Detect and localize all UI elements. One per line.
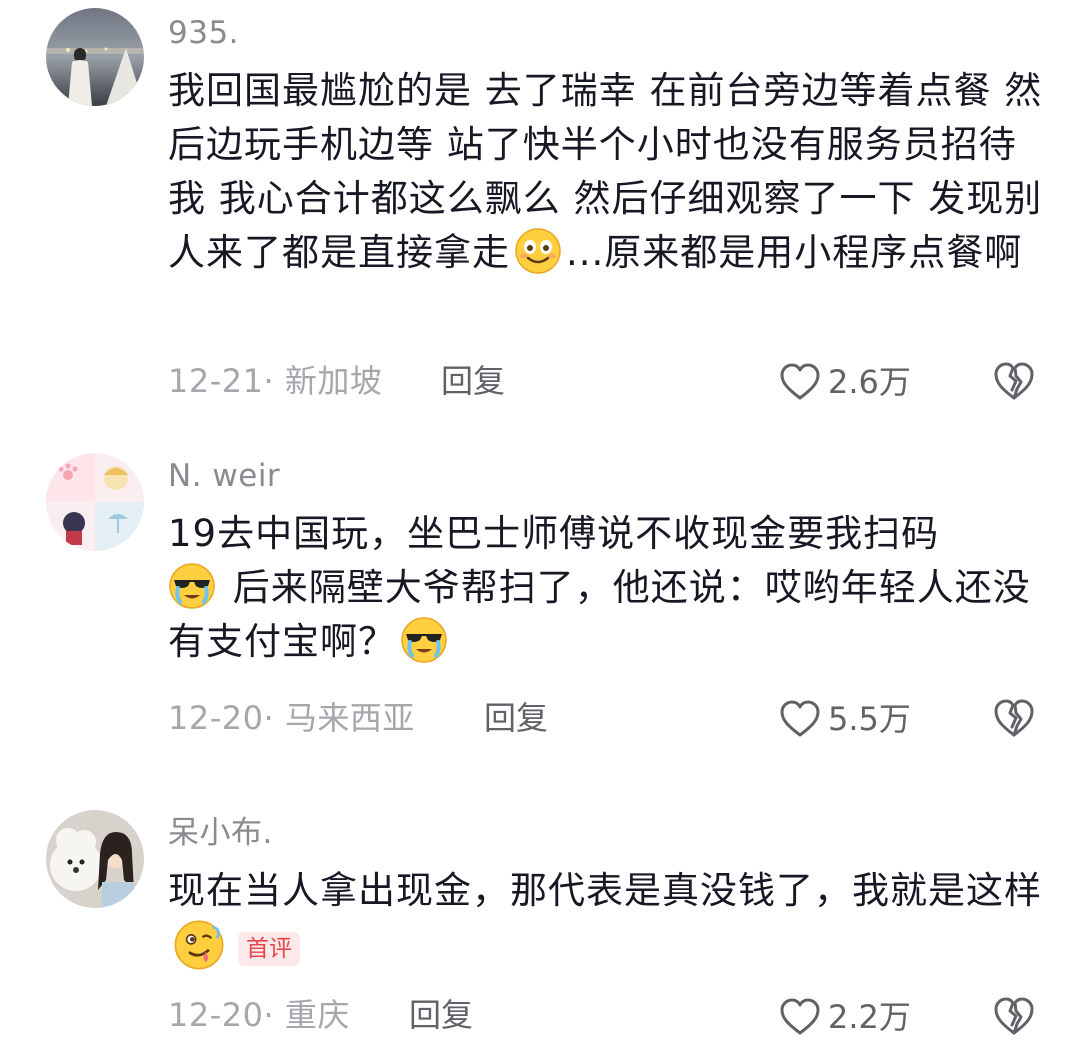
like-count: 2.2万: [828, 998, 911, 1036]
heart-icon: [780, 363, 820, 400]
comment-location: · 新加坡: [263, 362, 383, 400]
comment-meta: 12-21· 新加坡: [168, 361, 382, 401]
broken-heart-icon: [994, 699, 1034, 737]
comment-date: 12-20: [168, 996, 264, 1034]
like-button[interactable]: 2.2万: [778, 995, 911, 1039]
comment-location: · 马来西亚: [263, 699, 415, 737]
like-button[interactable]: 5.5万: [778, 697, 911, 741]
broken-heart-icon: [994, 997, 1034, 1035]
comment-meta: 12-20· 重庆: [168, 995, 350, 1035]
username[interactable]: 935.: [168, 15, 239, 51]
avatar[interactable]: [46, 810, 144, 908]
cool-crying-emoji: [168, 562, 216, 610]
avatar[interactable]: [46, 8, 144, 106]
comment-date: 12-21: [168, 362, 264, 400]
reply-button[interactable]: 回复: [484, 698, 548, 738]
comment-text-part: 现在当人拿出现金，那代表是真没钱了，我就是这样: [168, 869, 1042, 912]
comment-text-part: 后来隔壁大爷帮扫了，他还说：哎哟年轻人还没有支付宝啊？: [168, 566, 1031, 663]
cool-crying-emoji: [400, 616, 448, 664]
comment-date: 12-20: [168, 699, 264, 737]
like-button[interactable]: 2.6万: [778, 360, 911, 404]
heart-icon: [780, 700, 820, 737]
dislike-button[interactable]: [992, 995, 1036, 1039]
comment-meta: 12-20· 马来西亚: [168, 698, 415, 738]
comment-text: 现在当人拿出现金，那代表是真没钱了，我就是这样首评: [168, 864, 1048, 977]
comment-text: 我回国最尴尬的是 去了瑞幸 在前台旁边等着点餐 然后边玩手机边等 站了快半个小时…: [168, 64, 1048, 280]
grinning-emoji: [514, 227, 562, 275]
broken-heart-icon: [994, 362, 1034, 400]
silly-emoji: [172, 918, 226, 972]
comment-text-part: 19去中国玩，坐巴士师傅说不收现金要我扫码: [168, 512, 940, 555]
reply-button[interactable]: 回复: [441, 361, 505, 401]
comment-text: 19去中国玩，坐巴士师傅说不收现金要我扫码 后来隔壁大爷帮扫了，他还说：哎哟年轻…: [168, 507, 1048, 669]
first-comment-badge: 首评: [238, 932, 300, 966]
username[interactable]: N. weir: [168, 458, 280, 494]
like-count: 2.6万: [828, 363, 911, 401]
dislike-button[interactable]: [992, 697, 1036, 741]
reply-button[interactable]: 回复: [409, 995, 473, 1035]
comment-location: · 重庆: [263, 996, 350, 1034]
comment-text-part: ...原来都是用小程序点餐啊: [566, 231, 1023, 274]
dislike-button[interactable]: [992, 360, 1036, 404]
avatar[interactable]: [46, 453, 144, 551]
heart-icon: [780, 998, 820, 1035]
username[interactable]: 呆小布.: [168, 815, 273, 851]
like-count: 5.5万: [828, 700, 911, 738]
